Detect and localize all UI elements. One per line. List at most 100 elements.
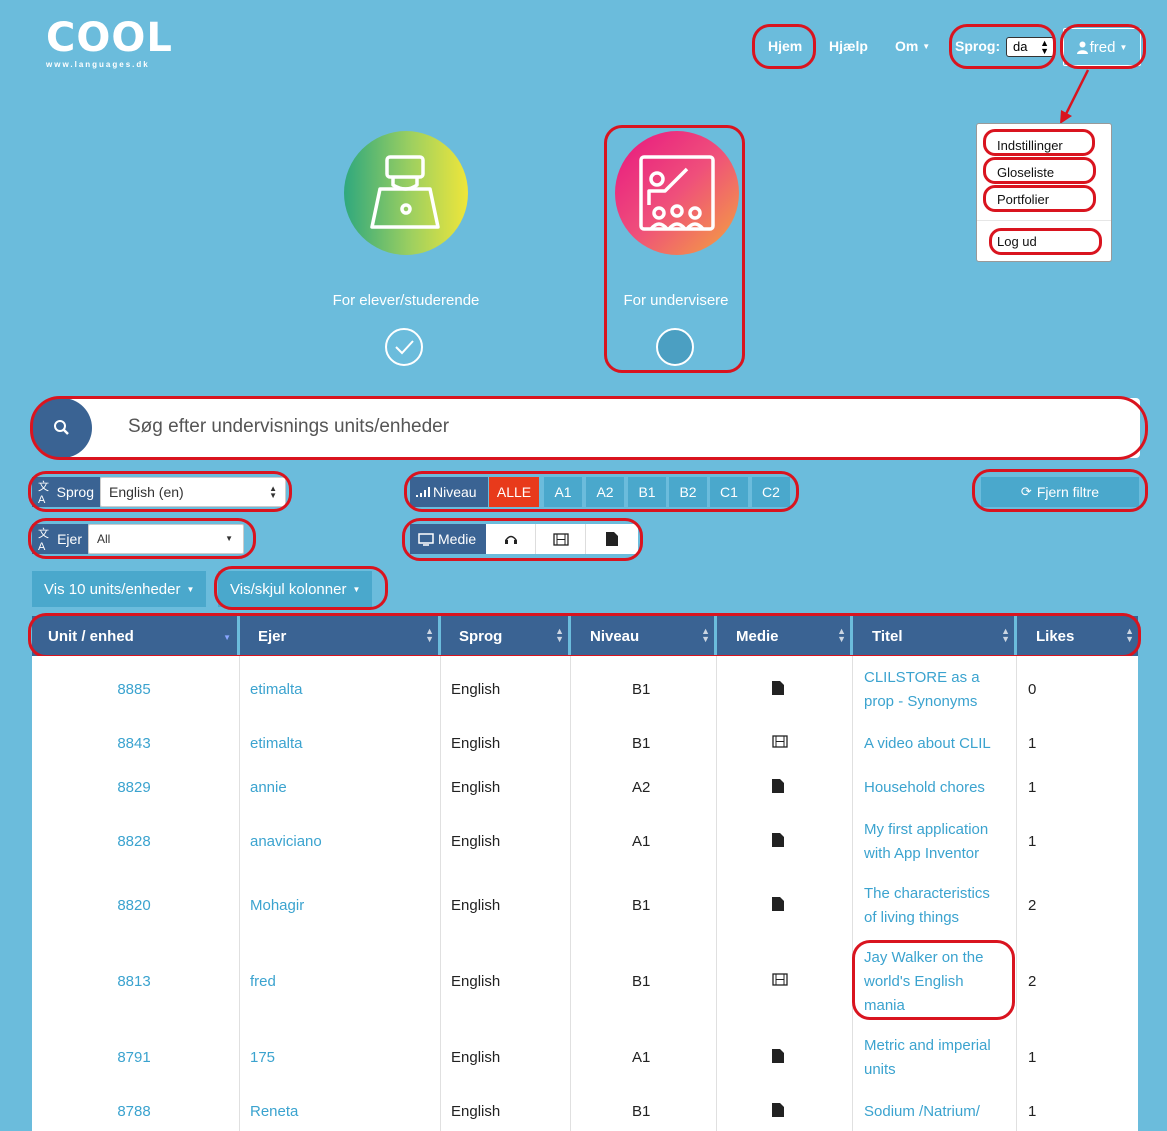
title-link[interactable]: units	[864, 1061, 896, 1078]
likes-cell: 1	[1028, 779, 1037, 796]
owner-filter-select[interactable]: All ▼	[88, 524, 244, 554]
language-filter-label: Sprog	[56, 484, 94, 500]
table-body: 8885 etimalta English B1 CLILSTORE as a prop …	[32, 656, 1138, 1131]
sort-icon: ▲ ▼	[701, 626, 710, 644]
column-divider	[239, 656, 240, 1131]
column-header-likes[interactable]: Likes ▲ ▼	[1017, 616, 1138, 656]
title-link[interactable]: world's English	[864, 973, 964, 990]
menu-item-settings[interactable]: Indstillinger	[997, 138, 1063, 153]
unit-id-link[interactable]: 8828	[32, 833, 236, 850]
unit-id-link[interactable]: 8829	[32, 779, 236, 796]
owner-link[interactable]: anaviciano	[250, 833, 322, 850]
user-menu-button[interactable]: fred ▼	[1063, 28, 1141, 66]
title-link[interactable]: A video about CLIL	[864, 735, 991, 752]
owner-link[interactable]: fred	[250, 973, 276, 990]
toggle-columns-button[interactable]: Vis/skjul kolonner ▼	[218, 571, 373, 607]
title-link[interactable]: Sodium /Natrium/	[864, 1103, 980, 1120]
nav-about[interactable]: Om ▼	[895, 38, 930, 54]
nav-about-label: Om	[895, 38, 919, 54]
student-laptop-icon	[370, 155, 440, 229]
owner-link[interactable]: Reneta	[250, 1103, 298, 1120]
title-link[interactable]: of living things	[864, 909, 959, 926]
column-header-title[interactable]: Titel ▲ ▼	[853, 616, 1017, 656]
level-c2-button[interactable]: C2	[752, 477, 790, 507]
likes-cell: 1	[1028, 1049, 1037, 1066]
language-filter-select[interactable]: English (en) ▲ ▼	[100, 477, 286, 507]
level-cell: A2	[632, 779, 651, 796]
search-button[interactable]	[32, 398, 92, 458]
owner-filter: 文A Ejer All ▼	[32, 524, 244, 554]
teacher-role-circle[interactable]	[615, 131, 739, 255]
level-all-button[interactable]: ALLE	[489, 477, 539, 507]
teacher-role-label[interactable]: For undervisere	[590, 292, 762, 309]
owner-link[interactable]: etimalta	[250, 681, 303, 698]
likes-cell: 2	[1028, 973, 1037, 990]
title-link[interactable]: Jay Walker on the	[864, 949, 984, 966]
title-link[interactable]: Household chores	[864, 779, 985, 796]
clear-filters-button[interactable]: ⟳ Fjern filtre	[981, 477, 1139, 507]
nav-home[interactable]: Hjem	[768, 38, 802, 54]
unit-id-link[interactable]: 8843	[32, 735, 236, 752]
level-a1-button[interactable]: A1	[544, 477, 582, 507]
unit-id-link[interactable]: 8788	[32, 1103, 236, 1120]
student-role-circle[interactable]	[344, 131, 468, 255]
nav-language-label: Sprog:	[955, 38, 1001, 54]
column-divider	[570, 656, 571, 1131]
media-filter-tag[interactable]: Medie	[410, 524, 486, 554]
level-c1-button[interactable]: C1	[710, 477, 748, 507]
menu-item-portfolios[interactable]: Portfolier	[997, 192, 1049, 207]
level-a2-button[interactable]: A2	[586, 477, 624, 507]
language-select[interactable]: da ▲ ▼	[1006, 37, 1054, 57]
search-input[interactable]: Søg efter undervisnings units/enheder	[128, 416, 449, 438]
menu-item-logout[interactable]: Log ud	[997, 234, 1037, 249]
level-b2-button[interactable]: B2	[669, 477, 707, 507]
unit-id-link[interactable]: 8813	[32, 973, 236, 990]
media-text-button[interactable]	[586, 524, 638, 554]
nav-help[interactable]: Hjælp	[829, 38, 868, 54]
student-role-label[interactable]: For elever/studerende	[310, 292, 502, 309]
owner-link[interactable]: etimalta	[250, 735, 303, 752]
title-link[interactable]: The characteristics	[864, 885, 990, 902]
title-link[interactable]: with App Inventor	[864, 845, 979, 862]
user-icon	[1076, 41, 1088, 54]
column-header-level[interactable]: Niveau ▲ ▼	[571, 616, 717, 656]
unit-id-link[interactable]: 8820	[32, 897, 236, 914]
search-icon	[54, 420, 69, 435]
checkmark-icon	[395, 340, 414, 355]
user-name: fred	[1089, 38, 1116, 56]
owner-link[interactable]: 175	[250, 1049, 275, 1066]
level-b1-button[interactable]: B1	[628, 477, 666, 507]
owner-link[interactable]: Mohagir	[250, 897, 304, 914]
sort-desc-icon: ▼	[223, 633, 231, 642]
level-cell: A1	[632, 1049, 651, 1066]
column-header-media-label: Medie	[736, 627, 779, 645]
show-count-label: Vis 10 units/enheder	[44, 580, 181, 598]
language-filter-value: English (en)	[109, 484, 184, 500]
owner-link[interactable]: annie	[250, 779, 287, 796]
title-link[interactable]: prop - Synonyms	[864, 693, 977, 710]
column-header-title-label: Titel	[872, 627, 903, 645]
title-link[interactable]: My first application	[864, 821, 988, 838]
media-video-button[interactable]	[536, 524, 586, 554]
caret-down-icon: ▼	[352, 584, 361, 594]
column-header-unit[interactable]: Unit / enhed ▼	[32, 616, 240, 656]
menu-divider	[977, 220, 1111, 221]
menu-item-wordlist[interactable]: Gloseliste	[997, 165, 1054, 180]
title-link[interactable]: Metric and imperial	[864, 1037, 991, 1054]
title-link[interactable]: mania	[864, 997, 905, 1014]
media-audio-button[interactable]	[486, 524, 536, 554]
column-header-language[interactable]: Sprog ▲ ▼	[441, 616, 571, 656]
column-header-media[interactable]: Medie ▲ ▼	[717, 616, 853, 656]
student-role-radio[interactable]	[385, 328, 423, 366]
unit-id-link[interactable]: 8791	[32, 1049, 236, 1066]
column-header-owner[interactable]: Ejer ▲ ▼	[240, 616, 441, 656]
unit-id-link[interactable]: 8885	[32, 681, 236, 698]
document-icon	[772, 1049, 784, 1063]
logo[interactable]: COOL www.languages.dk	[46, 18, 172, 74]
headphones-icon	[504, 535, 517, 544]
document-icon	[772, 1103, 784, 1117]
show-count-button[interactable]: Vis 10 units/enheder ▼	[32, 571, 207, 607]
title-link[interactable]: CLILSTORE as a	[864, 669, 980, 686]
language-cell: English	[451, 779, 501, 796]
teacher-role-radio[interactable]	[656, 328, 694, 366]
